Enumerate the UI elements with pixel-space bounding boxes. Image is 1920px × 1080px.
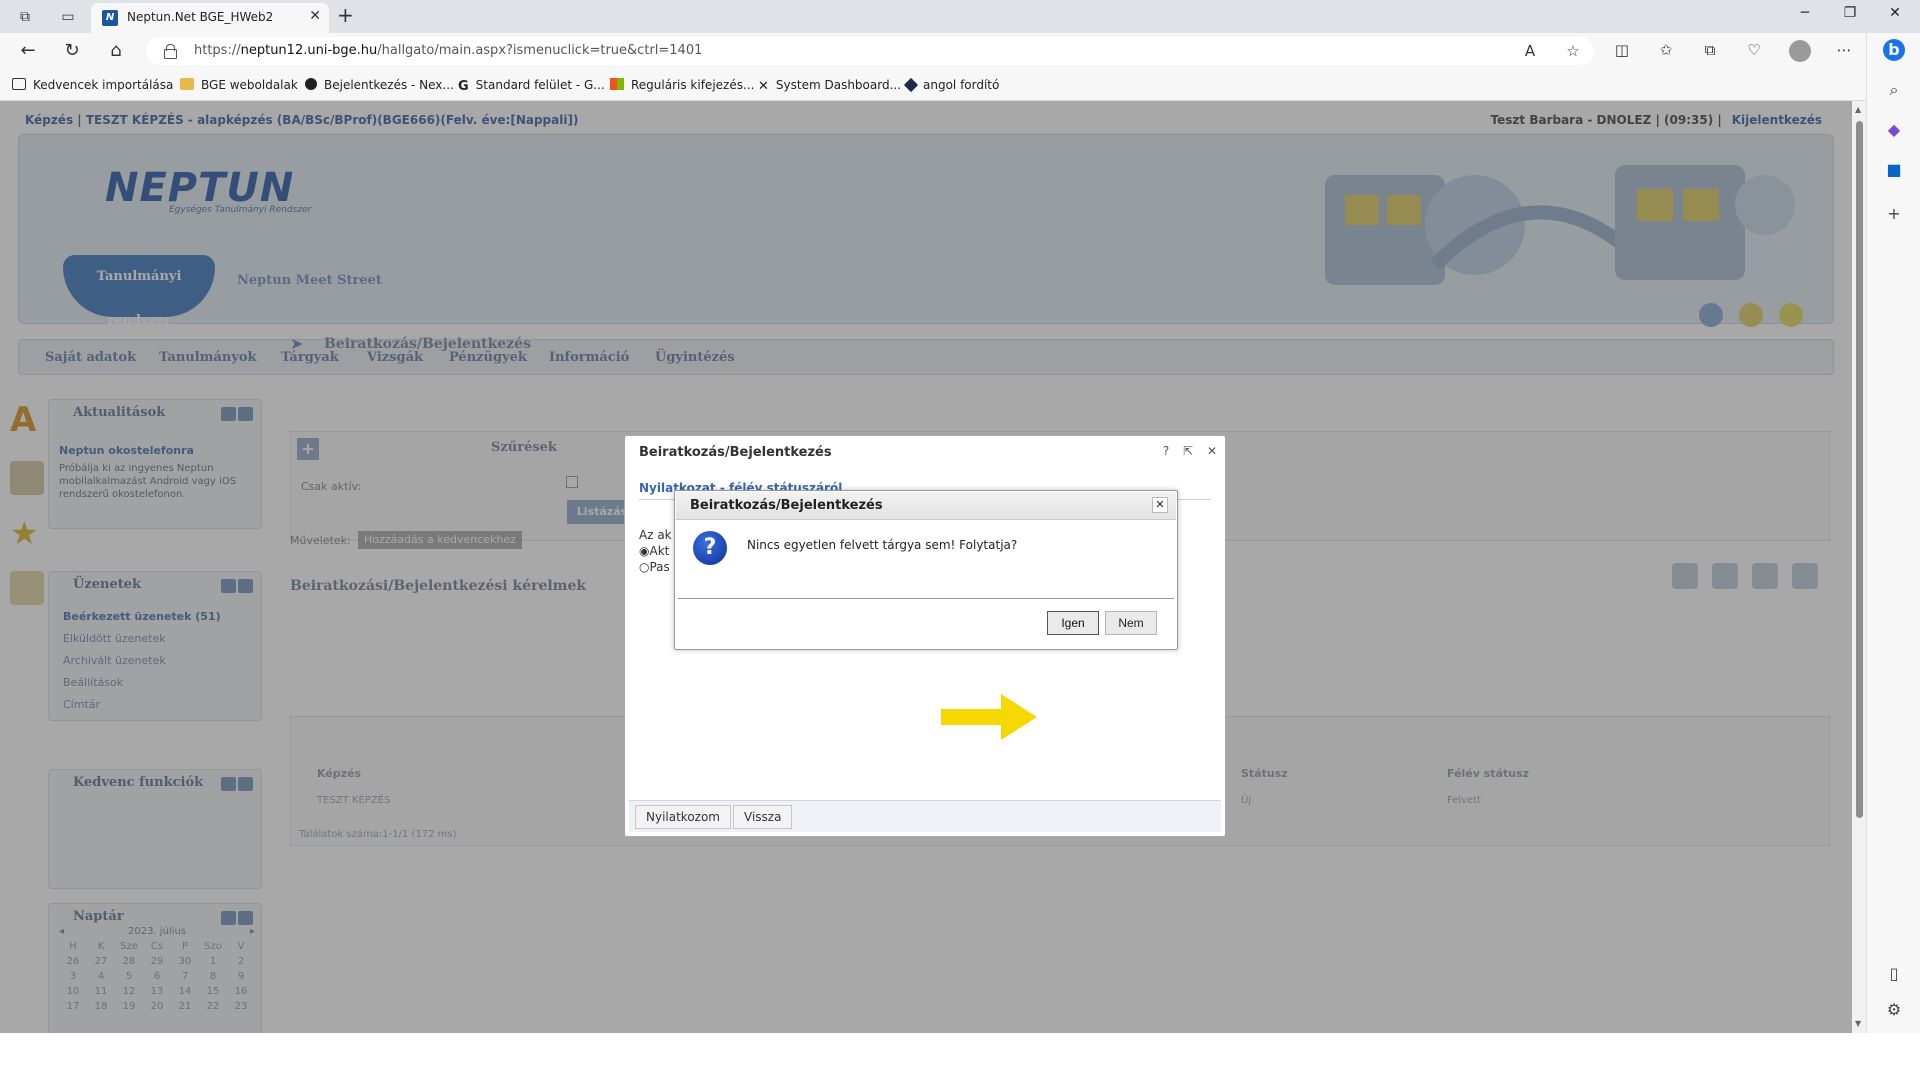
window-close-icon[interactable]: ✕ [1880, 5, 1910, 21]
close-icon[interactable]: ✕ [1207, 444, 1217, 458]
search-icon[interactable]: ⌕ [1883, 79, 1905, 101]
outer-dialog-text: Az ak [639, 528, 672, 542]
no-button[interactable]: Nem [1105, 611, 1157, 635]
bookmark-standard[interactable]: G Standard felület - G... [458, 78, 605, 94]
scroll-thumb[interactable] [1856, 121, 1863, 818]
new-tab-icon[interactable]: + [337, 3, 354, 27]
bookmark-import[interactable]: Kedvencek importálása [12, 78, 173, 92]
outer-dialog-controls: ? ⇱ ✕ [1153, 444, 1217, 458]
folder-icon [180, 78, 194, 90]
translate-icon [903, 77, 919, 93]
question-icon: ? [693, 531, 727, 565]
declare-button[interactable]: Nyilatkozom [635, 805, 731, 829]
add-app-icon[interactable]: + [1883, 203, 1905, 225]
radio-active[interactable]: ◉Akt [639, 544, 669, 558]
outer-dialog-title: Beiratkozás/Bejelentkezés [639, 445, 832, 460]
browser-tabstrip: ⧉ ▭ N Neptun.Net BGE_HWeb2 ✕ + ─ ❐ ✕ [0, 0, 1920, 33]
confirm-dialog-header: Beiratkozás/Bejelentkezés ✕ [676, 492, 1176, 520]
nexon-icon [305, 78, 317, 90]
read-aloud-icon[interactable]: A [1518, 37, 1542, 65]
bookmark-nexon[interactable]: Bejelentkezés - Nex... [305, 78, 454, 92]
back-arrow-icon[interactable]: ← [15, 39, 41, 63]
radio-passive[interactable]: ○Pas [639, 560, 670, 574]
page-content: Képzés | TESZT KÉPZÉS - alapképzés (BA/B… [0, 101, 1852, 1033]
address-bar[interactable]: https://neptun12.uni-bge.hu/hallgato/mai… [146, 37, 1594, 65]
scroll-up-icon[interactable]: ▲ [1855, 105, 1861, 114]
bookmark-regex[interactable]: Reguláris kifejezés... [610, 78, 754, 92]
sidebar-toggle-icon[interactable]: ▯ [1883, 963, 1905, 985]
restore-icon[interactable]: ❐ [1835, 5, 1865, 21]
yes-button[interactable]: Igen [1047, 611, 1099, 635]
page-scrollbar[interactable]: ▲ ▼ [1852, 101, 1866, 1033]
bookmark-bge-folder[interactable]: BGE weboldalak [180, 78, 298, 92]
bing-copilot-icon[interactable]: b [1883, 39, 1905, 61]
import-icon [12, 78, 26, 90]
office-icon[interactable]: ◆ [1883, 119, 1905, 141]
browser-toolbar: ← ↻ ⌂ https://neptun12.uni-bge.hu/hallga… [0, 33, 1920, 69]
more-menu-icon[interactable]: ⋯ [1832, 41, 1856, 59]
outlook-icon[interactable]: ■ [1883, 159, 1905, 181]
browser-essentials-icon[interactable]: ♡ [1742, 41, 1766, 59]
workspaces-icon[interactable]: ⧉ [12, 5, 38, 29]
favorites-icon[interactable]: ✩ [1654, 41, 1678, 59]
microsoft-icon [610, 78, 624, 90]
tab-title: Neptun.Net BGE_HWeb2 [127, 10, 274, 24]
browser-tab-active[interactable]: N Neptun.Net BGE_HWeb2 ✕ [91, 3, 329, 33]
home-icon[interactable]: ⌂ [103, 39, 129, 63]
bookmark-dashboard[interactable]: ✕ System Dashboard... [758, 78, 901, 94]
reload-icon[interactable]: ↻ [59, 39, 85, 63]
bookmarks-bar: Kedvencek importálása BGE weboldalak Bej… [0, 69, 1920, 101]
tab-close-icon[interactable]: ✕ [309, 8, 321, 24]
split-screen-icon[interactable]: ◫ [1610, 41, 1634, 59]
collections-icon[interactable]: ⧉ [1698, 41, 1722, 59]
screen: ⧉ ▭ N Neptun.Net BGE_HWeb2 ✕ + ─ ❐ ✕ ← ↻… [0, 0, 1920, 1080]
minimize-icon[interactable]: ─ [1790, 5, 1820, 21]
tab-actions-icon[interactable]: ▭ [55, 5, 81, 29]
settings-gear-icon[interactable]: ⚙ [1883, 999, 1905, 1021]
bookmark-translate[interactable]: angol fordító [903, 77, 999, 93]
confirm-message: Nincs egyetlen felvett tárgya sem! Folyt… [747, 538, 1018, 552]
close-icon[interactable]: ✕ [1152, 497, 1168, 513]
help-icon[interactable]: ? [1163, 444, 1169, 458]
popout-icon[interactable]: ⇱ [1183, 444, 1193, 458]
highlight-arrow-icon [941, 694, 1037, 740]
dashboard-icon: ✕ [758, 79, 769, 94]
scroll-down-icon[interactable]: ▼ [1855, 1019, 1861, 1028]
neptun-favicon-icon: N [102, 10, 118, 26]
lock-icon[interactable] [164, 44, 177, 59]
confirm-dialog-title: Beiratkozás/Bejelentkezés [690, 498, 883, 513]
divider [678, 598, 1174, 599]
favorite-star-icon[interactable]: ☆ [1561, 37, 1585, 65]
back-button[interactable]: Vissza [733, 805, 793, 829]
g-icon: G [458, 79, 469, 94]
url-text[interactable]: https://neptun12.uni-bge.hu/hallgato/mai… [194, 43, 702, 58]
confirm-dialog: Beiratkozás/Bejelentkezés ✕ ? Nincs egye… [674, 490, 1178, 650]
edge-sidebar: b ⌕ ◆ ■ + ▯ ⚙ [1866, 33, 1920, 1033]
outer-dialog-footer: Nyilatkozom Vissza [629, 800, 1221, 832]
profile-avatar[interactable] [1789, 40, 1811, 62]
